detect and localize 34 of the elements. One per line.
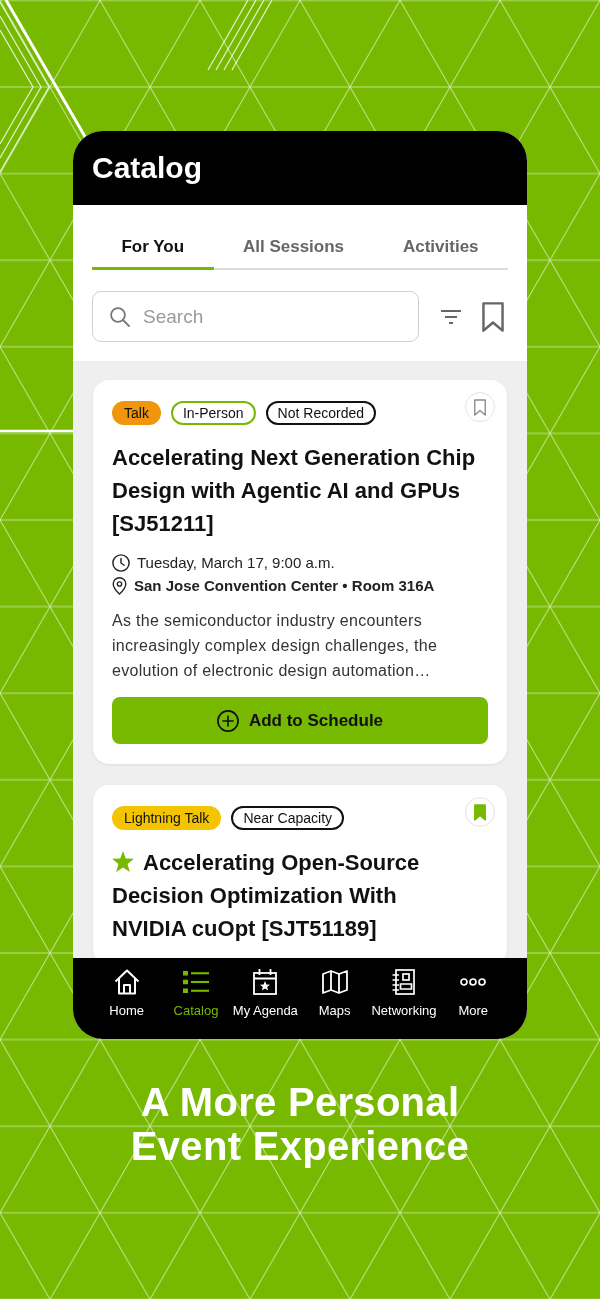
bookmark-icon — [474, 398, 486, 416]
session-tag: In-Person — [170, 401, 256, 425]
session-description: As the semiconductor industry encounters increasingly complex design challenges, the evolution of electronic design automation… — [112, 611, 439, 681]
nav-item[interactable]: Networking — [369, 958, 439, 1039]
search-icon — [110, 306, 130, 327]
nav-item[interactable]: My Agenda — [230, 958, 300, 1039]
nav-item[interactable]: Home — [92, 958, 162, 1039]
bookmark-icon — [474, 803, 486, 821]
tagline-heading: A More Personal Event Experience — [130, 1080, 470, 1168]
tab[interactable]: Activities — [373, 227, 508, 270]
tab[interactable]: All Sessions — [213, 227, 374, 270]
session-tag: Not Recorded — [265, 401, 376, 425]
session-date: Tuesday, March 17, 9:00 a.m. — [137, 553, 335, 573]
session-title: Accelerating Next Generation Chip Design with Agentic AI and GPUs [SJ51211] — [112, 445, 476, 536]
session-location: San Jose Convention Center • Room 316A — [134, 576, 435, 596]
nav-item[interactable]: More — [438, 958, 508, 1039]
location-pin-icon — [112, 576, 127, 595]
nav-item[interactable]: Catalog — [161, 958, 231, 1039]
bookmark-button[interactable] — [465, 392, 495, 422]
clock-icon — [112, 553, 130, 572]
plus-circle-icon — [216, 709, 239, 732]
session-card[interactable]: Lightning Talk Near Capacity Accelerating Open-Source Decision Optimization With NVIDIA cuOpt [SJT51189] — [93, 785, 507, 958]
session-tag: Talk — [112, 401, 161, 425]
session-title: Accelerating Open-Source Decision Optimization With NVIDIA cuOpt [SJT51189] — [112, 850, 420, 941]
add-to-schedule-button[interactable]: Add to Schedule — [112, 697, 488, 744]
session-tag: Near Capacity — [231, 806, 345, 830]
filter-icon[interactable] — [441, 309, 461, 324]
session-tag: Lightning Talk — [112, 806, 222, 830]
screen-title: Catalog — [92, 150, 202, 186]
bookmark-icon[interactable] — [482, 301, 504, 332]
search-field[interactable]: Search — [92, 291, 419, 342]
session-card[interactable] — [93, 380, 507, 764]
nav-item[interactable]: Maps — [300, 958, 370, 1039]
tab[interactable]: For You — [92, 227, 214, 270]
